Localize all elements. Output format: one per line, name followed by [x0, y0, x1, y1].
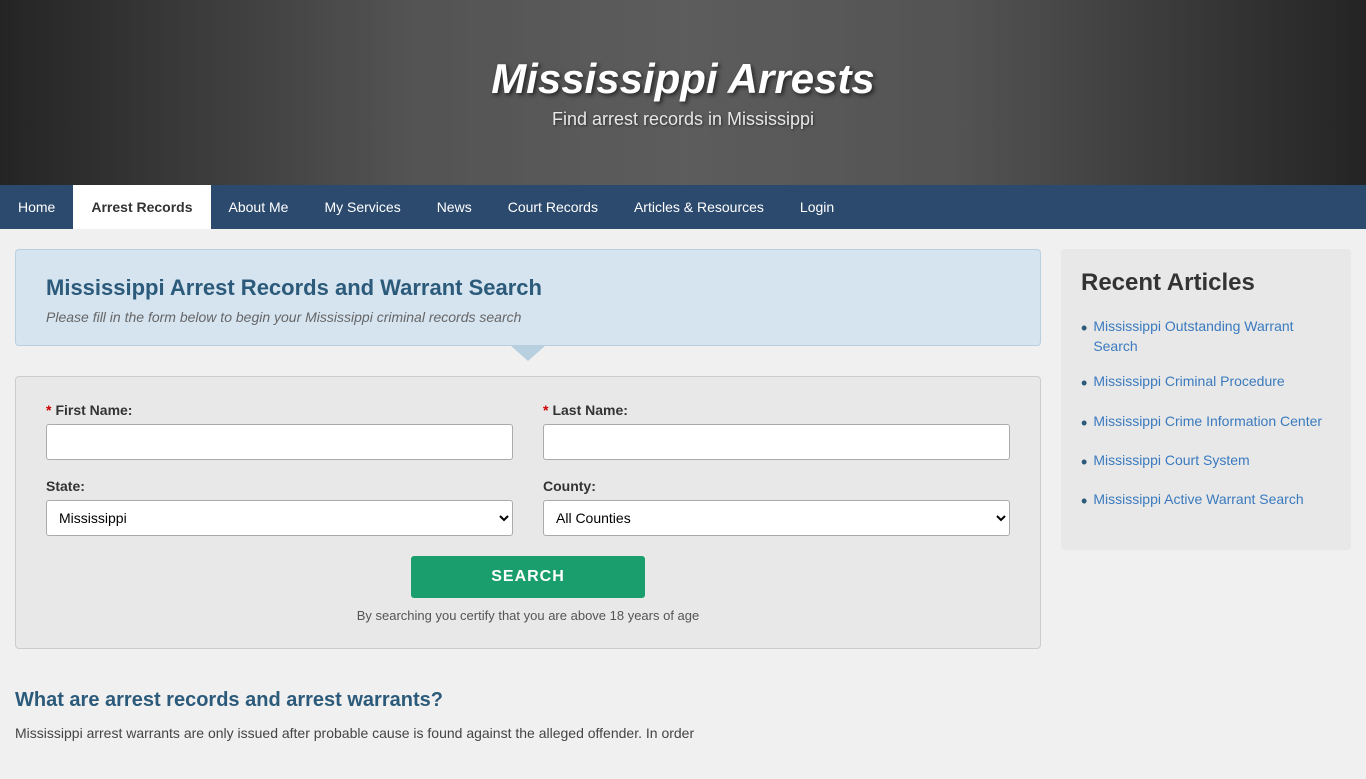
sidebar-link-crime-info[interactable]: Mississippi Crime Information Center: [1093, 412, 1322, 432]
nav-home[interactable]: Home: [0, 185, 73, 229]
list-item: • Mississippi Outstanding Warrant Search: [1081, 317, 1331, 356]
last-name-input[interactable]: [543, 424, 1010, 460]
required-star-first: *: [46, 402, 51, 418]
last-name-group: *Last Name:: [543, 402, 1010, 460]
nav-court-records[interactable]: Court Records: [490, 185, 616, 229]
county-select[interactable]: All CountiesAdamsAlcornAmiteAttalaBenton…: [543, 500, 1010, 536]
search-subtitle: Please fill in the form below to begin y…: [46, 309, 1010, 325]
search-button[interactable]: SEARCH: [411, 556, 645, 598]
search-btn-row: SEARCH: [46, 556, 1010, 598]
site-header: Mississippi Arrests Find arrest records …: [0, 0, 1366, 185]
required-star-last: *: [543, 402, 548, 418]
county-group: County: All CountiesAdamsAlcornAmiteAtta…: [543, 478, 1010, 536]
search-box-outer: Mississippi Arrest Records and Warrant S…: [15, 249, 1041, 346]
county-label: County:: [543, 478, 1010, 494]
sidebar-title: Recent Articles: [1081, 269, 1331, 297]
sidebar-list: • Mississippi Outstanding Warrant Search…: [1081, 317, 1331, 514]
bullet-icon: •: [1081, 451, 1087, 474]
name-row: *First Name: *Last Name:: [46, 402, 1010, 460]
list-item: • Mississippi Crime Information Center: [1081, 412, 1331, 435]
first-name-input[interactable]: [46, 424, 513, 460]
nav-articles-resources[interactable]: Articles & Resources: [616, 185, 782, 229]
list-item: • Mississippi Criminal Procedure: [1081, 372, 1331, 395]
content-area: Mississippi Arrest Records and Warrant S…: [15, 249, 1041, 759]
age-disclaimer: By searching you certify that you are ab…: [46, 608, 1010, 623]
main-container: Mississippi Arrest Records and Warrant S…: [0, 229, 1366, 779]
state-group: State: Mississippi: [46, 478, 513, 536]
location-row: State: Mississippi County: All CountiesA…: [46, 478, 1010, 536]
nav-news[interactable]: News: [419, 185, 490, 229]
sidebar-link-criminal-procedure[interactable]: Mississippi Criminal Procedure: [1093, 372, 1284, 392]
bullet-icon: •: [1081, 372, 1087, 395]
bullet-icon: •: [1081, 490, 1087, 513]
bullet-icon: •: [1081, 317, 1087, 340]
nav-about-me[interactable]: About Me: [211, 185, 307, 229]
site-title: Mississippi Arrests: [491, 55, 875, 103]
bullet-icon: •: [1081, 412, 1087, 435]
sidebar-link-active-warrant[interactable]: Mississippi Active Warrant Search: [1093, 490, 1303, 510]
arrest-info-section: What are arrest records and arrest warra…: [15, 689, 1041, 744]
nav-arrest-records[interactable]: Arrest Records: [73, 185, 210, 229]
state-select[interactable]: Mississippi: [46, 500, 513, 536]
site-subtitle: Find arrest records in Mississippi: [491, 109, 875, 130]
nav-my-services[interactable]: My Services: [306, 185, 418, 229]
search-title: Mississippi Arrest Records and Warrant S…: [46, 275, 1010, 301]
arrest-info-title: What are arrest records and arrest warra…: [15, 689, 1041, 712]
navbar: Home Arrest Records About Me My Services…: [0, 185, 1366, 229]
last-name-label: *Last Name:: [543, 402, 1010, 418]
sidebar-link-outstanding-warrant[interactable]: Mississippi Outstanding Warrant Search: [1093, 317, 1331, 356]
list-item: • Mississippi Active Warrant Search: [1081, 490, 1331, 513]
search-form-area: *First Name: *Last Name: State: Mississi…: [15, 376, 1041, 649]
list-item: • Mississippi Court System: [1081, 451, 1331, 474]
state-label: State:: [46, 478, 513, 494]
arrest-info-text: Mississippi arrest warrants are only iss…: [15, 722, 1041, 744]
first-name-label: *First Name:: [46, 402, 513, 418]
nav-login[interactable]: Login: [782, 185, 852, 229]
sidebar-link-court-system[interactable]: Mississippi Court System: [1093, 451, 1249, 471]
first-name-group: *First Name:: [46, 402, 513, 460]
sidebar: Recent Articles • Mississippi Outstandin…: [1061, 249, 1351, 550]
header-content: Mississippi Arrests Find arrest records …: [491, 55, 875, 130]
